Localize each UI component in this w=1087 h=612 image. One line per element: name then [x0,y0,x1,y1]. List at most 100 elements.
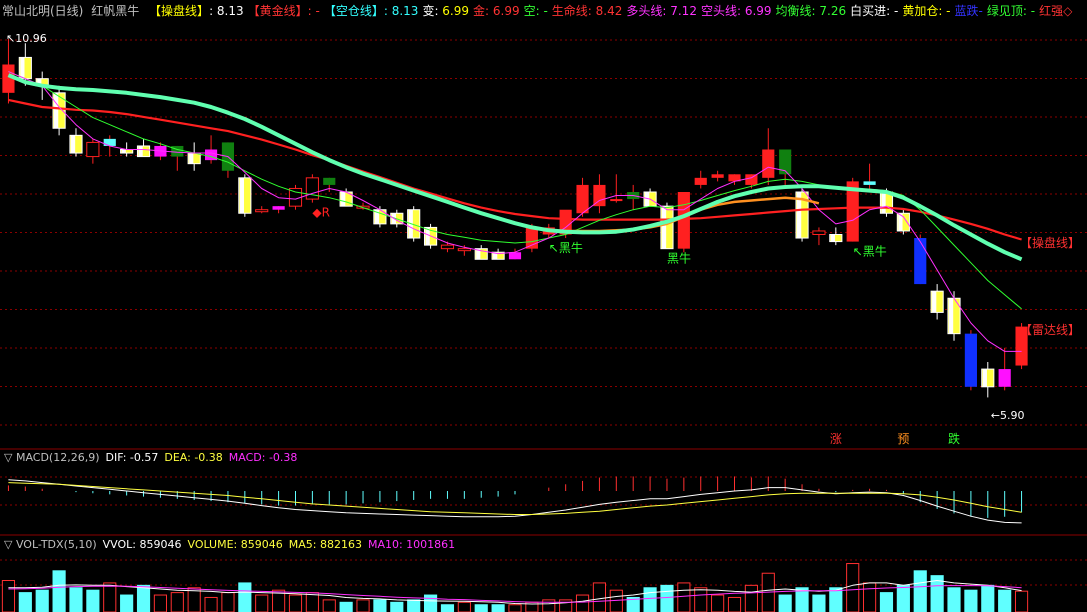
volume-bar [356,599,370,612]
volume-bar [491,604,505,612]
volume-panel[interactable] [1,563,1029,612]
volume-bar [18,592,32,612]
signal-annotation: ↖黑牛 [549,240,583,255]
candle [863,163,876,192]
candle-body [964,333,977,387]
signal-annotation: ◆R [312,206,330,220]
candle-highlight [881,192,886,214]
signal-annotation: ↖黑牛 [853,244,887,259]
volume-bar [35,589,49,612]
volume-bar [373,599,387,612]
panel-label-item: DIF: -0.57 [106,451,159,464]
kline-chart[interactable]: ↖10.96←5.90↖黑牛黑牛↖黑牛◆R涨预跌【操盘线】【雷达线】 ▽ MAC… [0,0,1087,612]
volume-bar [913,570,927,612]
candle [610,174,623,203]
volume-bar [778,594,792,612]
candle [407,206,421,242]
candle [69,128,83,157]
volume-bar [187,587,201,612]
candle-highlight [341,192,346,207]
volume-bar [440,604,455,612]
candle [204,135,218,164]
candle-body [440,244,455,250]
candle-body [998,369,1011,387]
volume-bar [846,563,860,612]
candle [964,330,977,391]
candle [677,192,690,253]
volume-bar [288,594,303,612]
volume-bar [1014,590,1029,612]
volume-bar [711,594,725,612]
panel-label-item: ▽ MACD(12,26,9) [4,451,100,464]
candle [896,209,910,235]
candle-highlight [948,298,954,334]
volume-bar [305,592,319,612]
candle [812,227,826,246]
volume-bar [592,582,607,612]
volume-bar [863,582,877,612]
candle-body [457,248,471,252]
volume-bar [542,599,556,612]
candle-highlight [661,206,667,249]
candle-body [86,141,100,158]
candle-highlight [982,369,987,387]
candle-highlight [70,135,76,154]
volume-bar [69,587,83,612]
panel-label-item: MACD: -0.38 [229,451,298,464]
candle [711,170,724,182]
candle-highlight [189,153,194,164]
candle-body [255,209,269,213]
volume-bar [204,596,218,612]
volume-bar [964,589,978,612]
volume-bar [812,594,826,612]
panel-label-item: ▽ VOL-TDX(5,10) [4,538,97,551]
volume-bar [643,587,657,612]
panel-label-item: MA10: 1001861 [368,538,455,551]
panel-label-item: MA5: 882163 [289,538,362,551]
candle-highlight [121,149,126,154]
candle [593,174,606,214]
macd-panel[interactable] [7,476,1023,524]
candle-body [812,230,826,235]
candle-body [323,177,336,185]
volume-bar [575,594,590,612]
volume-bar [829,587,843,612]
candle [981,362,995,398]
panel-label-item: VVOL: 859046 [103,538,182,551]
candle-highlight [830,234,835,242]
candle [762,128,775,185]
candle-body [762,149,775,178]
volume-bar [136,584,151,612]
candle-body [863,181,876,185]
candle-body [576,184,589,214]
volume-bar [423,594,438,612]
volume-bar [1,580,16,612]
volume-bar [322,599,336,612]
candle-highlight [239,177,245,214]
candle-body [272,206,285,210]
panel-label-item: VOLUME: 859046 [187,538,282,551]
candle-body [694,177,707,185]
candle [187,142,201,171]
volume-bar [694,587,708,612]
candle [829,227,843,246]
signal-tag: 跌 [948,431,960,446]
volume-bar [660,584,674,612]
candle-body [508,252,522,260]
candle-highlight [932,291,937,313]
candle [86,138,100,164]
panel-label-item: DEA: -0.38 [164,451,222,464]
candle-body [204,149,218,161]
candle [930,284,944,320]
candle-highlight [20,57,25,79]
grid-lines [0,39,1087,586]
volume-bar [339,601,353,612]
volume-bar [52,570,66,612]
volume-bar [744,584,758,612]
volume-bar [508,604,522,612]
caopan-right-label: 【操盘线】 [1020,235,1080,250]
candle [2,39,15,104]
candle-highlight [54,92,59,129]
candle-body [677,192,690,249]
candle [627,184,640,210]
